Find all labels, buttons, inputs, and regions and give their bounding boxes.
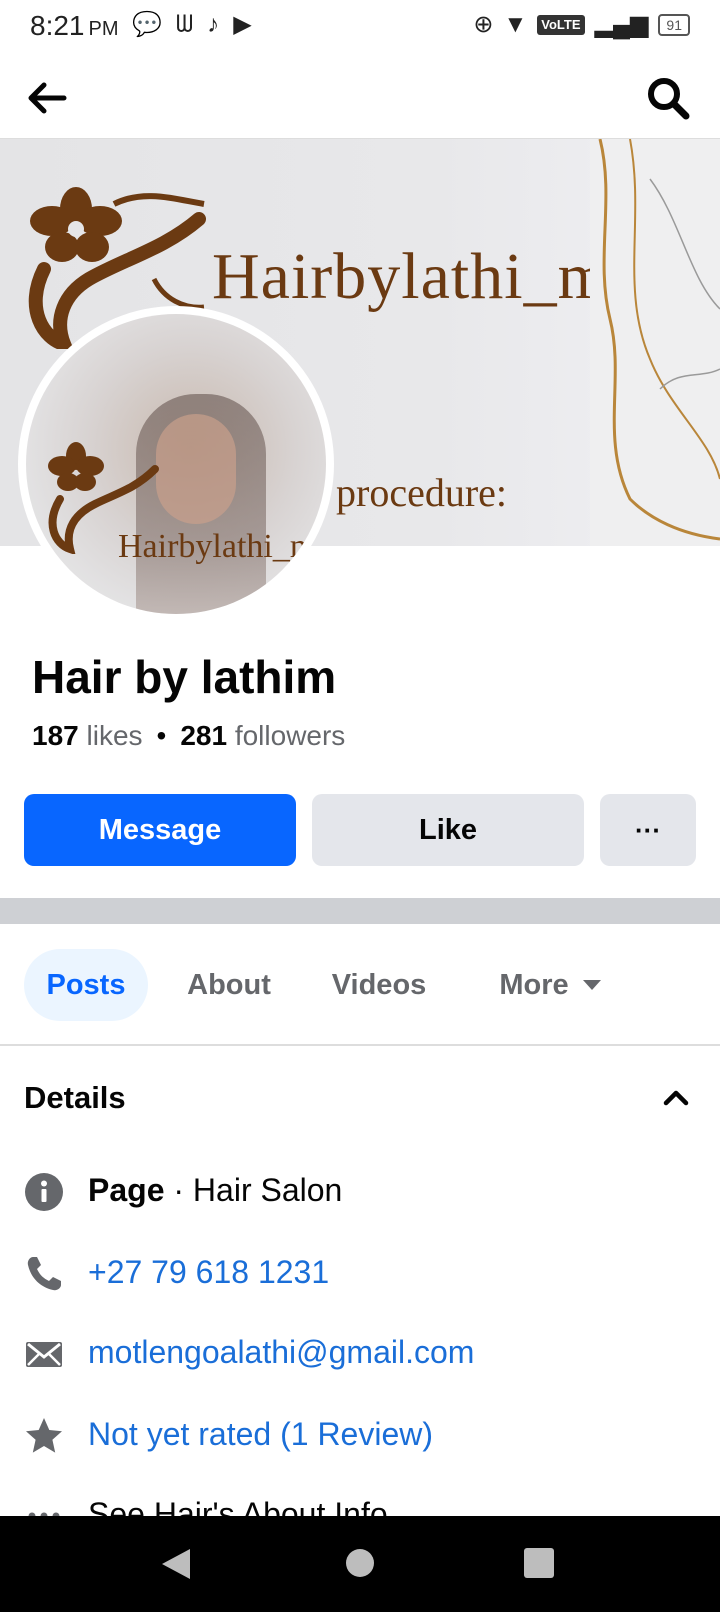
caret-down-icon <box>582 980 601 990</box>
cover-brand-text: Hairbylathi_m <box>212 240 610 313</box>
status-bar: 8:21 PM 💬 ᗯ ♪ ▶ ⊕ ▼ VoLTE ▂▄▆ 91 <box>0 0 720 52</box>
avatar-face-shape <box>156 414 236 524</box>
cover-sub-text: procedure: <box>336 470 508 515</box>
search-button[interactable] <box>644 74 692 122</box>
volte-badge: VoLTE <box>537 15 585 35</box>
tab-about[interactable]: About <box>170 949 288 1021</box>
like-button[interactable]: Like <box>312 794 584 866</box>
notification-icons: 💬 ᗯ ♪ ▶ <box>132 10 252 40</box>
wifi-icon: ▼ <box>503 11 528 38</box>
avatar-photo: Hairbylathi_m <box>26 314 326 614</box>
page-category: · Hair Salon <box>173 1172 343 1208</box>
profile-tabs: Posts About Videos More <box>0 924 720 1046</box>
top-app-bar <box>0 52 720 140</box>
chevron-up-icon <box>663 1090 689 1106</box>
page-type-text: Page · Hair Salon <box>88 1172 342 1209</box>
search-icon <box>648 78 690 120</box>
back-button[interactable] <box>22 74 70 122</box>
battery-icon: 91 <box>658 14 690 36</box>
email-link[interactable]: motlengoalathi@gmail.com <box>88 1334 474 1371</box>
tab-more-label: More <box>499 968 569 1001</box>
mail-icon <box>26 1342 62 1367</box>
info-icon <box>25 1173 63 1211</box>
page-label: Page <box>88 1172 165 1208</box>
detail-row-email[interactable]: motlengoalathi@gmail.com <box>0 1324 720 1384</box>
phone-link[interactable]: +27 79 618 1231 <box>88 1254 329 1291</box>
page-title: Hair by lathim <box>32 651 337 703</box>
nav-recents-icon[interactable] <box>524 1548 554 1578</box>
detail-row-phone[interactable]: +27 79 618 1231 <box>0 1244 720 1304</box>
data-saver-icon: ⊕ <box>473 11 494 38</box>
nav-home-icon[interactable] <box>346 1549 374 1577</box>
profile-avatar[interactable]: Hairbylathi_m <box>18 306 334 622</box>
phone-icon <box>27 1257 61 1291</box>
likes-count: 187 <box>32 720 79 751</box>
nav-back-icon[interactable] <box>160 1547 192 1581</box>
marble-decoration <box>590 139 720 546</box>
system-icons: ⊕ ▼ VoLTE ▂▄▆ 91 <box>473 10 690 40</box>
detail-row-rating[interactable]: Not yet rated (1 Review) <box>0 1406 720 1466</box>
collapse-details-button[interactable] <box>660 1082 692 1114</box>
followers-count: 281 <box>180 720 228 751</box>
detail-row-page-type: Page · Hair Salon <box>0 1162 720 1222</box>
signal-icon: ▂▄▆ <box>594 11 649 38</box>
tab-more[interactable]: More <box>480 949 620 1021</box>
app-notification-icon: ᗯ <box>175 11 194 38</box>
followers-label: followers <box>234 720 346 751</box>
details-heading: Details <box>24 1080 126 1115</box>
status-time: 8:21 PM <box>30 10 119 41</box>
message-button[interactable]: Message <box>24 794 296 866</box>
tiktok-icon: ♪ <box>207 11 220 38</box>
youtube-icon: ▶ <box>233 11 252 38</box>
avatar-brand-text: Hairbylathi_m <box>118 528 317 565</box>
tab-posts[interactable]: Posts <box>24 949 148 1021</box>
arrow-left-icon <box>28 82 67 114</box>
more-options-button[interactable]: ··· <box>600 794 696 866</box>
tab-videos[interactable]: Videos <box>314 949 444 1021</box>
system-nav-bar <box>0 1516 720 1612</box>
rating-link[interactable]: Not yet rated (1 Review) <box>88 1416 433 1453</box>
likes-label: likes <box>86 720 143 751</box>
page-stats: 187 likes • 281 followers <box>32 720 345 752</box>
star-icon <box>26 1418 62 1453</box>
chat-bubble-icon: 💬 <box>132 11 162 38</box>
section-divider <box>0 898 720 924</box>
stats-separator: • <box>156 720 167 751</box>
